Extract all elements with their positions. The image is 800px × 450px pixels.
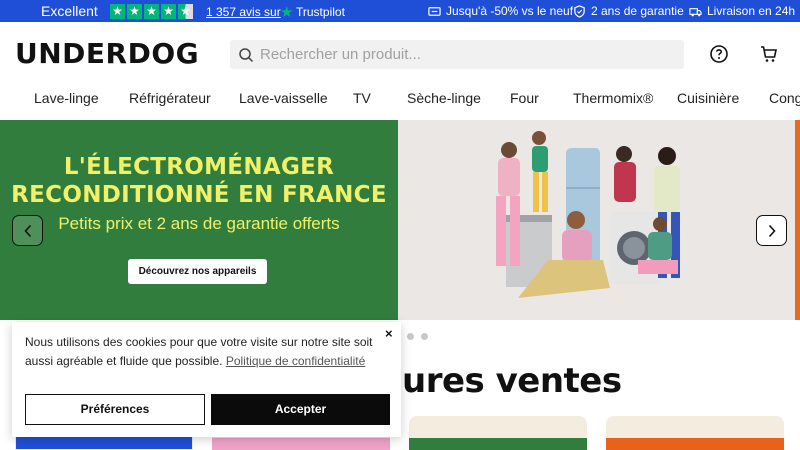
search-icon (239, 47, 254, 62)
star-icon: ★ (161, 4, 176, 19)
truck-icon (689, 7, 702, 16)
nav-item-thermomix[interactable]: Thermomix® (573, 90, 653, 106)
trustpilot-star-icon: ★ (280, 4, 294, 21)
reviews-count-link[interactable]: 1 357 avis sur (206, 5, 281, 19)
star-icon: ★ (127, 4, 142, 19)
category-nav: Lave-linge Réfrigérateur Lave-vaisselle … (0, 88, 800, 108)
close-icon[interactable]: × (385, 326, 393, 341)
carousel-dot[interactable] (421, 333, 428, 340)
perk-warranty: 2 ans de garantie (573, 4, 684, 18)
question-circle-icon[interactable] (709, 44, 729, 64)
nav-item-seche-linge[interactable]: Sèche-linge (407, 90, 481, 106)
cookie-message: Nous utilisons des cookies pour que votr… (25, 333, 385, 371)
nav-item-tv[interactable]: TV (353, 90, 371, 106)
shield-icon (574, 4, 585, 18)
perk-delivery: Livraison en 24h (689, 4, 795, 18)
search-bar[interactable] (230, 40, 684, 69)
nav-item-congelateur[interactable]: Conge (769, 90, 800, 106)
cart-icon[interactable] (759, 44, 779, 64)
brand-logo[interactable]: UNDERDOG (15, 37, 199, 70)
trustpilot-logo[interactable]: Trustpilot (296, 5, 345, 19)
carousel-next-button[interactable] (756, 215, 787, 246)
carousel-prev-button[interactable] (12, 215, 43, 246)
nav-item-cuisiniere[interactable]: Cuisinière (677, 90, 739, 106)
hero-title-line1: L'ÉLECTROMÉNAGER (63, 154, 335, 180)
best-sellers-heading: ures ventes (402, 361, 622, 401)
trustpilot-rating-text: Excellent (41, 3, 98, 19)
nav-item-lave-linge[interactable]: Lave-linge (34, 90, 99, 106)
perk-delivery-label: Livraison en 24h (707, 4, 796, 18)
hero-cta-button[interactable]: Découvrez nos appareils (128, 259, 267, 284)
price-tag-icon (428, 6, 441, 16)
hero-subtitle: Petits prix et 2 ans de garantie offerts (58, 214, 340, 233)
nav-item-lave-vaisselle[interactable]: Lave-vaisselle (239, 90, 328, 106)
star-icon: ★ (110, 4, 125, 19)
perk-discount: Jusqu'à -50% vs le neuf (428, 4, 573, 18)
nav-item-four[interactable]: Four (510, 90, 539, 106)
hero-photo (398, 120, 800, 320)
trustpilot-stars[interactable]: ★ ★ ★ ★ ★ (110, 4, 193, 19)
perk-discount-label: Jusqu'à -50% vs le neuf (446, 4, 574, 18)
star-icon: ★ (144, 4, 159, 19)
carousel-dot[interactable] (407, 333, 414, 340)
product-card[interactable] (606, 416, 784, 450)
chevron-left-icon (23, 224, 31, 237)
half-star-icon: ★ (178, 4, 193, 19)
perk-warranty-label: 2 ans de garantie (591, 4, 684, 18)
search-input[interactable] (260, 46, 660, 63)
hero-title-line2: RECONDITIONNÉ EN FRANCE (11, 182, 387, 208)
privacy-policy-link[interactable]: Politique de confidentialité (226, 354, 365, 368)
hero-illustration (398, 120, 800, 320)
top-promo-bar: Excellent ★ ★ ★ ★ ★ 1 357 avis sur ★ Tru… (0, 0, 800, 22)
accept-button[interactable]: Accepter (211, 394, 390, 425)
product-card[interactable] (409, 416, 587, 450)
preferences-button[interactable]: Préférences (25, 394, 205, 425)
nav-item-refrigerateur[interactable]: Réfrigérateur (129, 90, 211, 106)
chevron-right-icon (768, 224, 776, 237)
